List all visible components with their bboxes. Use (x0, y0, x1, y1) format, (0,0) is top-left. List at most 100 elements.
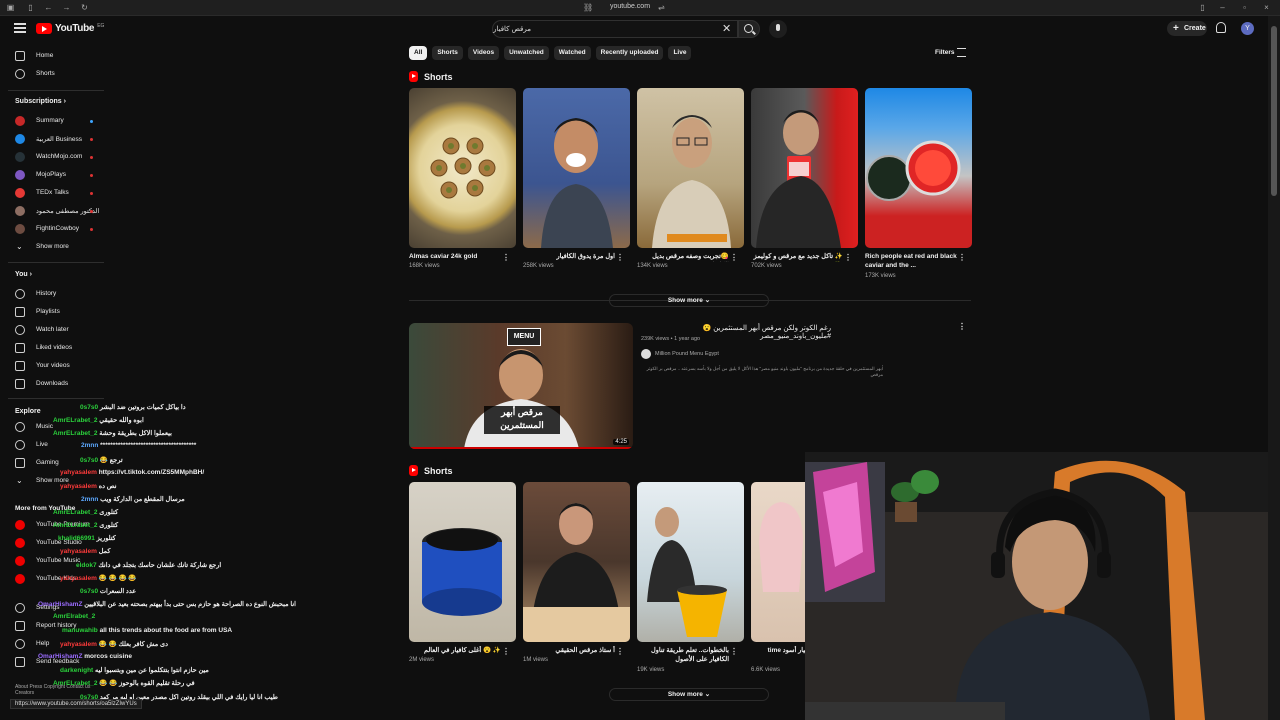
scroll-thumb[interactable] (1271, 26, 1277, 196)
short-thumbnail[interactable] (865, 88, 972, 248)
chip-all[interactable]: All (409, 46, 428, 60)
you-heading[interactable]: You › (15, 271, 32, 278)
more-options-icon[interactable]: ⋮ (730, 647, 738, 656)
avatar[interactable]: Y (1241, 22, 1254, 35)
youtube-logo[interactable]: YouTube EG (36, 22, 104, 35)
hamburger-menu-icon[interactable] (14, 23, 26, 33)
address-bar[interactable]: youtube.com (560, 3, 700, 10)
search-query: مرقص كافيار (493, 26, 531, 33)
short-card[interactable]: أ ستاذ مرقص الحقيقي 1M views ⋮ (523, 482, 630, 663)
more-options-icon[interactable]: ⋮ (844, 253, 852, 262)
more-options-icon[interactable]: ⋮ (616, 647, 624, 656)
short-card[interactable]: Almas caviar 24k gold 168K views ⋮ (409, 88, 516, 269)
sidebar-item-label: Shorts (36, 70, 55, 77)
channel-name[interactable]: Million Pound Menu Egypt (655, 351, 719, 357)
show-more-button[interactable]: Show more ⌄ (609, 294, 769, 307)
voice-search-icon[interactable] (769, 20, 787, 38)
short-thumbnail[interactable] (637, 482, 744, 642)
short-card[interactable]: Rich people eat red and black caviar and… (865, 88, 972, 279)
sidebar-item-watch-later[interactable]: Watch later (0, 322, 104, 338)
sidebar-item-show-more[interactable]: ⌄ Show more (0, 239, 104, 255)
filter-icon[interactable] (957, 48, 966, 57)
back-icon[interactable]: ← (44, 3, 53, 12)
browser-menu-icon[interactable]: ▣ (6, 3, 15, 12)
gear-icon (15, 603, 25, 613)
sidebar-item-tedx[interactable]: TEDx Talks (0, 185, 104, 201)
sidebar-item-home[interactable]: Home (0, 48, 104, 64)
sidebar-item-mojoplays[interactable]: MojoPlays (0, 167, 104, 183)
short-thumbnail[interactable] (409, 482, 516, 642)
live-dot (90, 120, 93, 123)
chip-unwatched[interactable]: Unwatched (504, 46, 549, 60)
short-title[interactable]: بالخطوات.. تعلم طريقة تناول الكافيار على… (637, 646, 729, 666)
short-thumbnail[interactable] (637, 88, 744, 248)
sidebar-item-shorts[interactable]: Shorts (0, 66, 104, 82)
chip-shorts[interactable]: Shorts (432, 46, 463, 60)
page-scrollbar[interactable] (1268, 16, 1280, 720)
laughing-man-image (541, 118, 613, 248)
help-icon (15, 639, 25, 649)
short-card[interactable]: 😋تجربت وصفه مرقص بديل الكافيار 134K view… (637, 88, 744, 269)
chip-recently-uploaded[interactable]: Recently uploaded (595, 46, 664, 60)
sidebar-item-history[interactable]: History (0, 286, 104, 302)
subscriptions-heading[interactable]: Subscriptions › (15, 98, 66, 105)
short-card[interactable]: ✨ 😮 أغلى كافيار في العالم 2M views ⋮ (409, 482, 516, 663)
minimize-icon[interactable]: – (1218, 3, 1227, 12)
channel-avatar[interactable] (641, 349, 651, 359)
short-title[interactable]: 😋تجربت وصفه مرقص بديل الكافيار (637, 252, 729, 262)
explore-heading: Explore (15, 408, 41, 415)
video-meta: 239K views • 1 year ago (641, 336, 701, 342)
sidebar-item-liked-videos[interactable]: Liked videos (0, 340, 104, 356)
sidebar-item-watchmojo[interactable]: WatchMojo.com (0, 149, 104, 165)
channel-avatar (15, 188, 25, 198)
tune-icon[interactable]: ⇌ (657, 3, 666, 12)
video-thumbnail[interactable]: MENU مرقص أبهر المستثمرين 4:25 (409, 323, 633, 449)
more-options-icon[interactable]: ⋮ (502, 647, 510, 656)
chip-live[interactable]: Live (668, 46, 692, 60)
sidebar-item-label: العربية Business (36, 136, 82, 143)
more-options-icon[interactable]: ⋮ (502, 253, 510, 262)
sidebar-item-your-videos[interactable]: Your videos (0, 358, 104, 374)
more-options-icon[interactable]: ⋮ (958, 322, 966, 331)
browser-toolbar: ▣ ▯ ← → ↻ ⛓ youtube.com ⇌ ▯ – ▫ × (0, 0, 1280, 16)
sidebar-item-summary[interactable]: Summary (0, 113, 104, 129)
show-more-button[interactable]: Show more ⌄ (609, 688, 769, 701)
maximize-icon[interactable]: ▫ (1240, 3, 1249, 12)
notifications-icon[interactable] (1216, 22, 1226, 33)
chat-message: OmarHishamZ morcos cuisine (38, 653, 132, 660)
short-title[interactable]: Rich people eat red and black caviar and… (865, 252, 957, 272)
short-title[interactable]: ✨ تاكل جديد مع مرقص و كوليمز 🍓 (751, 252, 843, 262)
sidebar-item-arabic-business[interactable]: العربية Business (0, 131, 104, 147)
search-button[interactable] (738, 20, 760, 38)
short-thumbnail[interactable] (523, 88, 630, 248)
short-title[interactable]: ✨ 😮 أغلى كافيار في العالم (409, 646, 501, 656)
short-card[interactable]: اول مرة يدوق الكافيار 258K views ⋮ (523, 88, 630, 269)
sidebar-toggle-icon[interactable]: ▯ (26, 3, 35, 12)
short-title[interactable]: أ ستاذ مرقص الحقيقي (523, 646, 615, 656)
short-thumbnail[interactable] (409, 88, 516, 248)
close-window-icon[interactable]: × (1262, 3, 1271, 12)
sidebar-item-playlists[interactable]: Playlists (0, 304, 104, 320)
sidebar-item-mostafa[interactable]: الدكتور مصطفى محمود (0, 203, 104, 219)
chip-watched[interactable]: Watched (553, 46, 591, 60)
short-title[interactable]: اول مرة يدوق الكافيار (523, 252, 615, 262)
more-options-icon[interactable]: ⋮ (616, 253, 624, 262)
short-card[interactable]: بالخطوات.. تعلم طريقة تناول الكافيار على… (637, 482, 744, 673)
short-title[interactable]: Almas caviar 24k gold (409, 252, 501, 262)
reload-icon[interactable]: ↻ (80, 3, 89, 12)
forward-icon[interactable]: → (62, 3, 71, 12)
more-options-icon[interactable]: ⋮ (958, 253, 966, 262)
clear-search-icon[interactable]: ✕ (722, 22, 731, 35)
create-button[interactable]: Create (1167, 21, 1207, 36)
short-card[interactable]: ✨ تاكل جديد مع مرقص و كوليمز 🍓 702K view… (751, 88, 858, 269)
sidebar-item-fightincowboy[interactable]: FightinCowboy (0, 221, 104, 237)
filters-button[interactable]: Filters (935, 49, 955, 56)
short-thumbnail[interactable] (523, 482, 630, 642)
chip-videos[interactable]: Videos (467, 46, 500, 60)
search-input[interactable]: مرقص كافيار ✕ (492, 20, 738, 38)
sidebar-item-label: Watch later (36, 326, 69, 333)
short-thumbnail[interactable] (751, 88, 858, 248)
split-icon[interactable]: ▯ (1198, 3, 1207, 12)
more-options-icon[interactable]: ⋮ (730, 253, 738, 262)
sidebar-item-downloads[interactable]: Downloads (0, 376, 104, 392)
